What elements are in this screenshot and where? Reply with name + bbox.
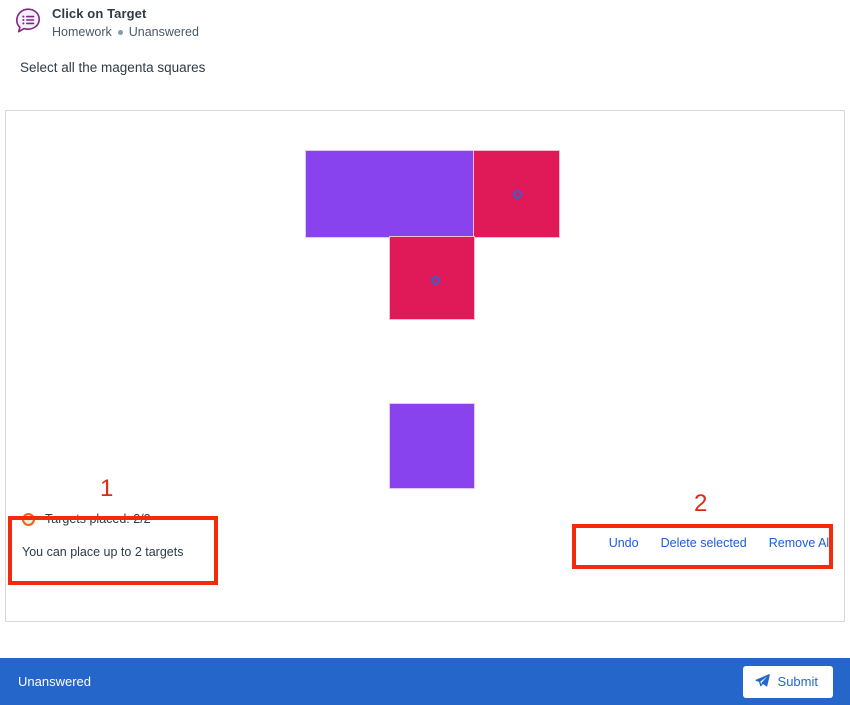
targets-placed-row: Targets placed: 2/2: [22, 512, 218, 526]
targets-status-panel: Targets placed: 2/2 You can place up to …: [22, 512, 218, 559]
submit-button[interactable]: Submit: [742, 665, 833, 698]
question-header: Click on Target Homework Unanswered: [0, 0, 850, 46]
paper-plane-icon: [755, 673, 770, 691]
targets-hint: You can place up to 2 targets: [22, 545, 184, 559]
footer-bar: Unanswered Submit: [0, 658, 850, 705]
quiz-speech-bubble-icon: [13, 6, 43, 36]
question-meta: Homework Unanswered: [52, 24, 199, 41]
question-card: Targets placed: 2/2 You can place up to …: [5, 110, 845, 622]
footer-status-label: Unanswered: [18, 674, 91, 689]
remove-all-button[interactable]: Remove All: [769, 536, 832, 550]
purple-square-bottom[interactable]: [389, 403, 475, 489]
purple-rectangle-top[interactable]: [305, 150, 475, 238]
meta-separator-dot: [117, 30, 123, 35]
undo-button[interactable]: Undo: [609, 536, 639, 550]
header-text-group: Click on Target Homework Unanswered: [52, 5, 199, 41]
canvas-actions: Undo Delete selected Remove All: [609, 536, 832, 550]
question-status: Unanswered: [128, 25, 199, 39]
delete-selected-button[interactable]: Delete selected: [661, 536, 747, 550]
question-category: Homework: [52, 25, 112, 39]
page-title: Click on Target: [52, 6, 147, 21]
target-marker-2[interactable]: [431, 276, 440, 285]
question-prompt: Select all the magenta squares: [20, 60, 206, 75]
annotation-number-1: 1: [100, 475, 114, 502]
submit-button-label: Submit: [777, 674, 818, 689]
annotation-number-2: 2: [694, 490, 708, 517]
targets-placed-label: Targets placed: 2/2: [45, 512, 151, 526]
target-marker-1[interactable]: [513, 190, 522, 199]
target-indicator-icon: [22, 512, 35, 526]
